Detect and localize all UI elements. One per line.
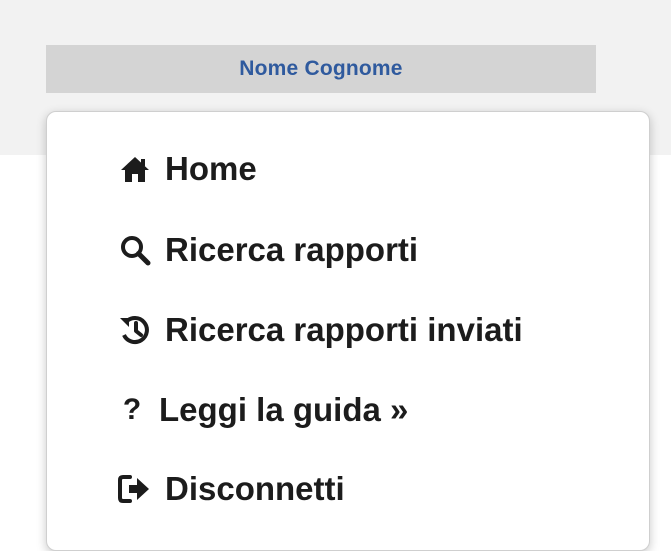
menu-item-logout[interactable]: Disconnetti bbox=[47, 459, 671, 519]
menu-item-label: Home bbox=[165, 150, 257, 187]
history-icon bbox=[113, 308, 157, 352]
menu-item-label: Leggi la guida » bbox=[159, 391, 409, 428]
question-icon: ? bbox=[122, 393, 142, 426]
menu-item-label: Ricerca rapporti inviati bbox=[165, 311, 523, 348]
user-menu-toggle[interactable]: Nome Cognome bbox=[46, 45, 596, 93]
menu-item-sent-reports[interactable]: Ricerca rapporti inviati bbox=[47, 300, 671, 360]
menu-item-home[interactable]: Home bbox=[47, 139, 671, 199]
menu-item-label: Ricerca rapporti bbox=[165, 231, 419, 268]
menu-item-read-guide[interactable]: ? Leggi la guida » bbox=[47, 380, 671, 440]
user-name: Nome Cognome bbox=[239, 57, 403, 80]
home-icon bbox=[113, 147, 157, 191]
sign-out-icon bbox=[113, 467, 157, 511]
search-icon bbox=[113, 228, 157, 272]
menu-item-search-reports[interactable]: Ricerca rapporti bbox=[47, 220, 671, 280]
menu-item-label: Disconnetti bbox=[165, 470, 345, 507]
user-dropdown-menu: Home Ricerca rapporti Ricerca rapporti i… bbox=[46, 111, 650, 551]
